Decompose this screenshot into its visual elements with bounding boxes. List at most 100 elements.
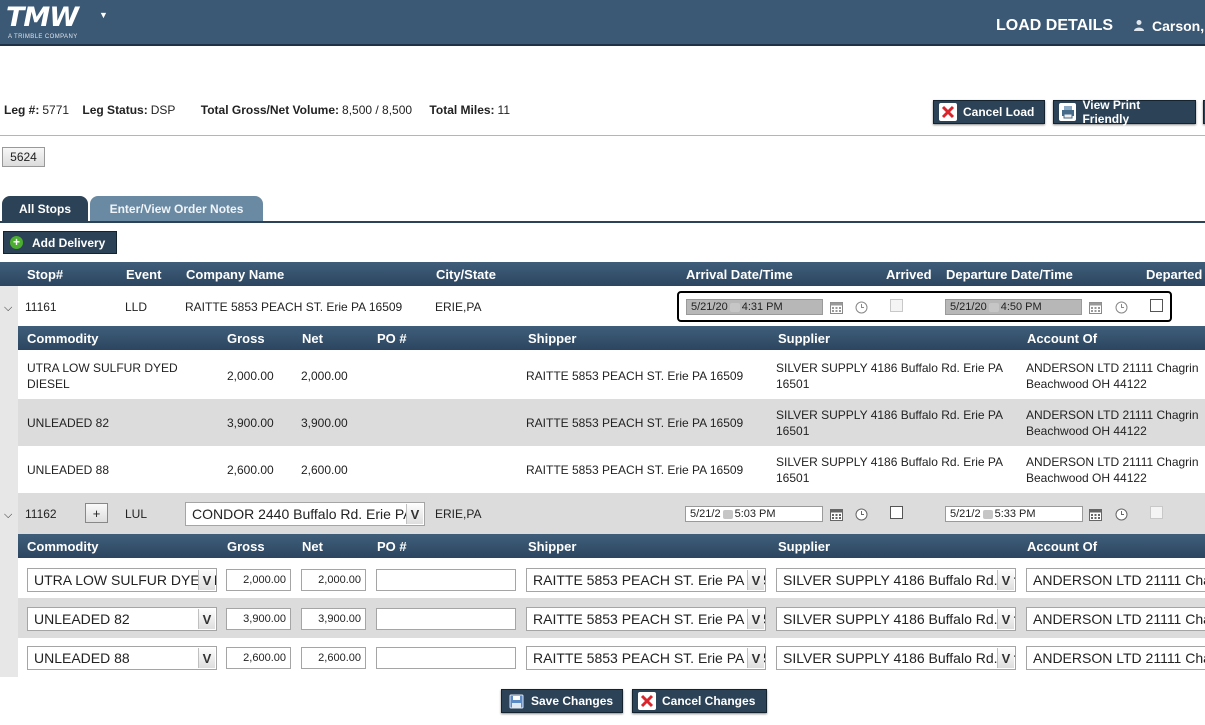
- volume-label: Total Gross/Net Volume:: [200, 103, 340, 117]
- supplier-select-value: SILVER SUPPLY 4186 Buffalo Rd. Erie PA: [783, 650, 1015, 666]
- supplier-value: SILVER SUPPLY 4186 Buffalo Rd. Erie PA: [776, 408, 1004, 422]
- gross-value: 2,000.00: [227, 369, 274, 383]
- printer-icon: [1059, 103, 1077, 121]
- miles-value: 11: [497, 103, 511, 117]
- chevron-down-icon[interactable]: V: [747, 609, 764, 629]
- miles-label: Total Miles:: [429, 103, 495, 117]
- calendar-icon[interactable]: [1089, 508, 1102, 521]
- chevron-down-icon[interactable]: V: [406, 504, 423, 524]
- tab-underline: [0, 221, 1205, 223]
- supplier-select-value: SILVER SUPPLY 4186 Buffalo Rd. Erie PA: [783, 611, 1015, 627]
- user-name[interactable]: Carson,: [1152, 18, 1204, 34]
- add-delivery-button[interactable]: + Add Delivery: [3, 231, 117, 254]
- row-gutter: [0, 286, 18, 677]
- add-commodity-button[interactable]: +: [85, 503, 108, 523]
- arrived-checkbox[interactable]: [890, 506, 903, 519]
- departed-checkbox[interactable]: [1150, 506, 1163, 519]
- chevron-down-icon[interactable]: V: [747, 570, 764, 590]
- po-input[interactable]: [376, 647, 516, 669]
- chevron-down-icon[interactable]: V: [997, 648, 1014, 668]
- col-commodity: Commodity: [27, 539, 99, 554]
- departure-time: 5:33 PM: [994, 508, 1036, 520]
- chevron-down-icon[interactable]: V: [198, 609, 215, 629]
- commodity-header: Commodity Gross Net PO # Shipper Supplie…: [18, 326, 1205, 350]
- gross-input[interactable]: 3,900.00: [226, 608, 291, 630]
- account-value: ANDERSON LTD 21111 Chagrin: [1026, 408, 1199, 422]
- supplier-value-line2: 16501: [776, 377, 810, 391]
- shipper-select[interactable]: RAITTE 5853 PEACH ST. Erie PA 16509 V: [526, 607, 766, 631]
- gross-value: 3,900.00: [227, 416, 274, 430]
- chevron-down-icon[interactable]: ⌵: [4, 509, 12, 522]
- chevron-down-icon[interactable]: V: [198, 570, 215, 590]
- col-stop: Stop#: [27, 267, 64, 282]
- col-departed: Departed: [1146, 267, 1203, 282]
- col-company: Company Name: [186, 267, 285, 282]
- commodity-select[interactable]: UTRA LOW SULFUR DYED DIESELV: [27, 568, 217, 592]
- stop-city: ERIE,PA: [435, 507, 482, 521]
- chevron-down-icon[interactable]: V: [997, 570, 1014, 590]
- col-shipper: Shipper: [528, 539, 577, 554]
- supplier-select[interactable]: SILVER SUPPLY 4186 Buffalo Rd. Erie PAV: [776, 568, 1016, 592]
- commodity-select-value: UTRA LOW SULFUR DYED DIESEL: [34, 572, 216, 588]
- po-input[interactable]: [376, 608, 516, 630]
- gross-input[interactable]: 2,000.00: [226, 569, 291, 591]
- chevron-down-icon[interactable]: V: [997, 609, 1014, 629]
- col-account: Account Of: [1027, 331, 1098, 346]
- account-value: ANDERSON LTD 21111 Chagrin: [1026, 361, 1199, 375]
- green-plus-icon: +: [10, 236, 23, 249]
- commodity-name: UTRA LOW SULFUR DYED: [27, 361, 178, 375]
- shipper-value: RAITTE 5853 PEACH ST. Erie PA 16509: [526, 416, 744, 430]
- net-value: 2,600.00: [301, 463, 348, 477]
- save-changes-button[interactable]: Save Changes: [501, 689, 623, 713]
- account-value: ANDERSON LTD 21111 Chagrin: [1026, 455, 1199, 469]
- shipper-select-value: RAITTE 5853 PEACH ST. Erie PA 16509: [533, 572, 766, 588]
- cancel-load-label: Cancel Load: [963, 105, 1035, 119]
- company-select[interactable]: CONDOR 2440 Buffalo Rd. Erie PA V: [185, 502, 425, 526]
- arrival-date: 5/21/2: [690, 508, 721, 520]
- chevron-down-icon[interactable]: ⌵: [4, 302, 12, 315]
- tmw-logo[interactable]: TMW A TRIMBLE COMPANY: [6, 2, 98, 42]
- floppy-disk-icon: [507, 692, 525, 710]
- cancel-changes-label: Cancel Changes: [662, 694, 756, 708]
- commodity-select[interactable]: UNLEADED 88 V: [27, 646, 217, 670]
- tab-order-notes[interactable]: Enter/View Order Notes: [90, 196, 263, 222]
- po-input[interactable]: [376, 569, 516, 591]
- red-x-icon: [939, 103, 957, 121]
- shipper-value: RAITTE 5853 PEACH ST. Erie PA 16509: [526, 463, 744, 477]
- chevron-down-icon[interactable]: V: [747, 648, 764, 668]
- net-input[interactable]: 3,900.00: [301, 608, 366, 630]
- account-select[interactable]: ANDERSON LTD 21111 Chagrin: [1026, 607, 1205, 631]
- cancel-changes-button[interactable]: Cancel Changes: [632, 689, 767, 713]
- col-net: Net: [302, 331, 323, 346]
- arrival-time: 5:03 PM: [734, 508, 776, 520]
- col-gross: Gross: [227, 331, 265, 346]
- commodity-name: UNLEADED 82: [27, 416, 110, 430]
- logo-menu-caret-icon[interactable]: ▼: [99, 10, 108, 20]
- net-input[interactable]: 2,600.00: [301, 647, 366, 669]
- chevron-down-icon[interactable]: V: [198, 648, 215, 668]
- view-print-friendly-button[interactable]: View Print Friendly: [1053, 98, 1196, 126]
- shipper-value: RAITTE 5853 PEACH ST. Erie PA 16509: [526, 369, 744, 383]
- account-select[interactable]: ANDERSON LTD 21111 Chagrin: [1026, 646, 1205, 670]
- shipper-select[interactable]: RAITTE 5853 PEACH ST. Erie PA 16509 V: [526, 646, 766, 670]
- stop-city: ERIE,PA: [435, 300, 482, 314]
- supplier-value-line2: 16501: [776, 424, 810, 438]
- tab-all-stops[interactable]: All Stops: [2, 196, 88, 222]
- col-departure: Departure Date/Time: [946, 267, 1073, 282]
- gross-input[interactable]: 2,600.00: [226, 647, 291, 669]
- add-delivery-label: Add Delivery: [32, 235, 106, 250]
- account-select[interactable]: ANDERSON LTD 21111 Chagrin: [1026, 568, 1205, 592]
- account-value-line2: Beachwood OH 44122: [1026, 471, 1147, 485]
- departure-datetime-input[interactable]: 5/21/2 5:33 PM: [945, 506, 1083, 522]
- arrival-datetime-input[interactable]: 5/21/2 5:03 PM: [685, 506, 823, 522]
- clock-icon[interactable]: [1115, 508, 1128, 521]
- supplier-select[interactable]: SILVER SUPPLY 4186 Buffalo Rd. Erie PAV: [776, 607, 1016, 631]
- net-input[interactable]: 2,000.00: [301, 569, 366, 591]
- supplier-select[interactable]: SILVER SUPPLY 4186 Buffalo Rd. Erie PAV: [776, 646, 1016, 670]
- calendar-icon[interactable]: [830, 508, 843, 521]
- clock-icon[interactable]: [855, 508, 868, 521]
- shipper-select[interactable]: RAITTE 5853 PEACH ST. Erie PA 16509 V: [526, 568, 766, 592]
- cancel-load-button[interactable]: Cancel Load: [933, 100, 1045, 124]
- commodity-select[interactable]: UNLEADED 82 V: [27, 607, 217, 631]
- order-number-button[interactable]: 5624: [2, 147, 45, 167]
